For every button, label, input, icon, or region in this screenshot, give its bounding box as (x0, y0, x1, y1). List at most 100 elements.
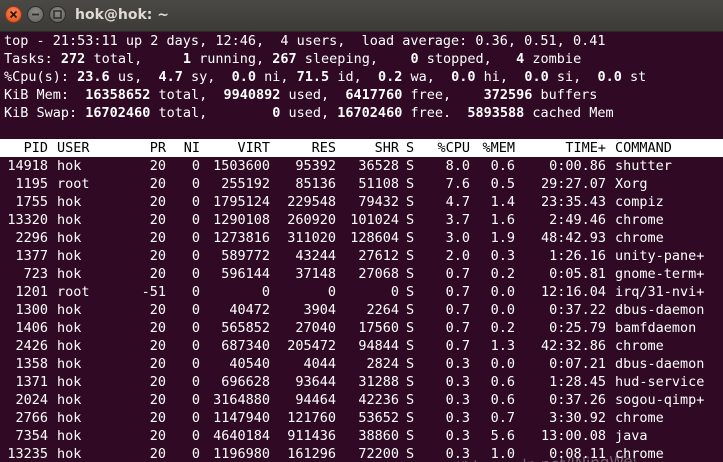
cell-mem: 5.6 (490, 428, 515, 444)
cell-command: dbus-daemon (615, 302, 705, 318)
header-user: USER (57, 140, 90, 156)
maximize-button[interactable] (49, 6, 66, 23)
table-row: 14918 hok 20 0 1503600 95392 36528 S 8.0 0.6 0:00.… (0, 157, 723, 175)
cell-pr: 20 (149, 410, 166, 426)
mem-buffers: 372596 (483, 87, 533, 103)
cell-command: chrome (615, 212, 664, 228)
header-ni: NI (183, 140, 200, 156)
cell-virt: 565852 (221, 320, 270, 336)
table-row: 1300 hok 20 0 40472 3904 2264 S 0.7 0.0 0:37.22 dbu… (0, 301, 723, 319)
cell-cpu: 0.7 (445, 284, 470, 300)
cell-virt: 696628 (221, 374, 270, 390)
cell-pid: 13320 (7, 212, 48, 228)
table-row: 1406 hok 20 0 565852 27040 17560 S 0.7 0.2 0:25.79… (0, 319, 723, 337)
cell-ni: 0 (191, 428, 200, 444)
cell-state: S (406, 158, 415, 174)
cell-mem: 1.4 (490, 194, 515, 210)
cell-pr: 20 (149, 356, 166, 372)
cell-mem: 0.0 (490, 356, 515, 372)
cell-time: 2:49.46 (549, 212, 606, 228)
cell-shr: 42236 (358, 392, 399, 408)
cell-res: 911436 (287, 428, 336, 444)
uptime-line: top - 21:53:11 up 2 days, 12:46, 4 users… (4, 33, 606, 49)
cell-time: 23:35.43 (540, 194, 606, 210)
cell-ni: 0 (191, 392, 200, 408)
cell-ni: 0 (191, 158, 200, 174)
cell-user: hok (57, 320, 82, 336)
cell-shr: 27068 (358, 266, 399, 282)
tasks-zombie: 4 (516, 51, 525, 67)
cell-mem: 0.7 (490, 410, 515, 426)
cell-user: hok (57, 392, 82, 408)
cpu-line: %Cpu(s): 23.6 us, 4.7 sy, 0.0 ni, 71.5 i… (4, 69, 647, 85)
cell-command: java (615, 428, 648, 444)
cell-user: hok (57, 212, 82, 228)
cell-ni: 0 (191, 284, 200, 300)
cell-res: 93644 (295, 374, 336, 390)
header-time: TIME+ (565, 140, 606, 156)
table-row: 2766 hok 20 0 1147940 121760 53652 S 0.3 0.7 3:30.… (0, 409, 723, 427)
cell-pr: 20 (149, 212, 166, 228)
cell-ni: 0 (191, 356, 200, 372)
cpu-id: 71.5 (296, 69, 330, 85)
cell-cpu: 0.3 (445, 428, 470, 444)
cell-mem: 0.6 (490, 374, 515, 390)
cell-cpu: 0.7 (445, 338, 470, 354)
cpu-wa: 0.2 (377, 69, 403, 85)
cell-pr: 20 (149, 302, 166, 318)
swap-cached: 5893588 (467, 105, 525, 121)
cpu-hi: 0.0 (451, 69, 476, 85)
cell-pid: 14918 (7, 158, 48, 174)
terminal-content[interactable]: top - 21:53:11 up 2 days, 12:46, 4 users… (0, 32, 723, 462)
tasks-total: 272 (60, 51, 86, 67)
header-shr: SHR (374, 140, 399, 156)
cell-pid: 2766 (15, 410, 48, 426)
cell-state: S (406, 230, 415, 246)
cell-cpu: 0.3 (445, 356, 470, 372)
cpu-sy: 4.7 (158, 69, 183, 85)
cell-command: bamfdaemon (615, 320, 697, 336)
cell-res: 161296 (287, 446, 336, 462)
cell-command: shutter (615, 158, 672, 174)
header-command: COMMAND (615, 140, 672, 156)
cell-pr: 20 (149, 230, 166, 246)
close-button[interactable] (5, 6, 22, 23)
cell-time: 0:25.79 (549, 320, 606, 336)
cell-cpu: 0.3 (445, 392, 470, 408)
header-pid: PID (23, 140, 48, 156)
swap-label: KiB Swap: (4, 105, 78, 121)
cell-virt: 1273816 (213, 230, 270, 246)
cell-ni: 0 (191, 374, 200, 390)
cell-ni: 0 (191, 230, 200, 246)
cell-pid: 1201 (15, 284, 48, 300)
cell-time: 1:28.45 (549, 374, 606, 390)
table-row: 2426 hok 20 0 687340 205472 94844 S 0.7 1.3 42:32.… (0, 337, 723, 355)
maximize-icon (53, 10, 62, 19)
cell-time: 3:30.92 (549, 410, 606, 426)
cell-command: chrome (615, 410, 664, 426)
cell-res: 37148 (295, 266, 336, 282)
cell-virt: 589772 (221, 248, 270, 264)
cell-shr: 27612 (358, 248, 399, 264)
cell-command: gnome-term+ (615, 266, 705, 282)
cell-cpu: 4.7 (445, 194, 470, 210)
cell-pid: 1377 (15, 248, 48, 264)
cell-pid: 1371 (15, 374, 48, 390)
cpu-st: 0.0 (597, 69, 622, 85)
minimize-button[interactable] (27, 6, 44, 23)
cell-res: 94464 (295, 392, 336, 408)
minimize-icon (32, 13, 39, 16)
cell-pr: 20 (149, 194, 166, 210)
close-icon (9, 10, 18, 19)
cell-shr: 128604 (350, 230, 399, 246)
table-row: 1377 hok 20 0 589772 43244 27612 S 2.0 0.3 1:26.16… (0, 247, 723, 265)
cpu-us: 23.6 (77, 69, 110, 85)
cell-time: 0:37.26 (549, 392, 606, 408)
cell-shr: 51108 (358, 176, 399, 192)
header-virt: VIRT (237, 140, 270, 156)
cell-virt: 596144 (221, 266, 270, 282)
cell-command: chrome (615, 338, 664, 354)
cell-pr: 20 (149, 176, 166, 192)
cell-pid: 1406 (15, 320, 48, 336)
table-row: 1195 root 20 0 255192 85136 51108 S 7.6 0.5 29:27.… (0, 175, 723, 193)
